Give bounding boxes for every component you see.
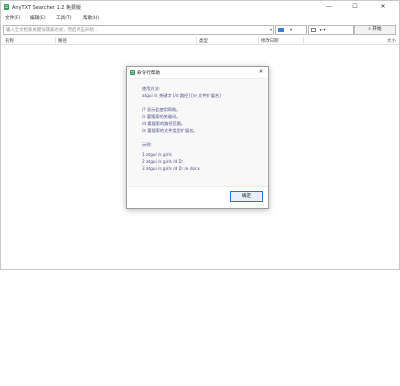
result-column-headers: 名称 路径 类型 修改日期 大小 bbox=[1, 37, 399, 45]
dialog-title: 命令行帮助 bbox=[137, 71, 160, 76]
option-extension: /e 要搜索的文件类型扩展名。 bbox=[142, 128, 198, 133]
maximize-button[interactable]: ☐ bbox=[345, 1, 365, 13]
column-header-path[interactable]: 路径 bbox=[58, 38, 67, 44]
close-button[interactable]: ✕ bbox=[373, 1, 393, 13]
column-header-type[interactable]: 类型 bbox=[199, 38, 208, 44]
ok-button[interactable]: 确定 bbox=[230, 191, 263, 202]
menu-bar: 文件(F) 编辑(E) 工具(T) 帮助(H) bbox=[1, 14, 399, 23]
search-button[interactable]: ⌕ 开始 bbox=[354, 25, 396, 35]
option-search: /s 要搜索的关键词。 bbox=[142, 114, 181, 119]
search-input[interactable] bbox=[4, 26, 268, 34]
window-title: AnyTXT Searcher 1.2 免费版 bbox=[12, 5, 82, 11]
column-header-name[interactable]: 名称 bbox=[5, 38, 14, 44]
file-type-select[interactable]: ▾ bbox=[275, 25, 307, 35]
search-path-select[interactable]: ▸ ▾ bbox=[308, 25, 354, 35]
column-divider[interactable] bbox=[55, 37, 56, 44]
menu-file[interactable]: 文件(F) bbox=[5, 15, 20, 21]
example-3: 3 atgui /s girls /d D: /e docx bbox=[142, 166, 200, 171]
usage-syntax: atgui /s 关键字 [/d 路径] [/e 文件扩展名] bbox=[142, 93, 221, 98]
minimize-button[interactable]: — bbox=[319, 1, 339, 13]
search-path-arrow: ▸ ▾ bbox=[320, 27, 326, 32]
option-directory: /d 要搜索的路径范围。 bbox=[142, 121, 186, 126]
menu-edit[interactable]: 编辑(E) bbox=[30, 15, 46, 21]
dialog-content: 使用方法: atgui /s 关键字 [/d 路径] [/e 文件扩展名] /?… bbox=[128, 78, 267, 187]
column-divider[interactable] bbox=[303, 37, 304, 44]
examples-heading: 示例: bbox=[142, 142, 152, 147]
menu-tools[interactable]: 工具(T) bbox=[56, 15, 72, 21]
app-logo-icon bbox=[130, 70, 135, 75]
column-header-size[interactable]: 大小 bbox=[387, 38, 396, 44]
command-line-help-dialog: 命令行帮助 ✕ 使用方法: atgui /s 关键字 [/d 路径] [/e 文… bbox=[126, 66, 269, 209]
column-divider[interactable] bbox=[196, 37, 197, 44]
toolbar: ▾ ▾ ▸ ▾ ⌕ 开始 bbox=[1, 24, 399, 36]
folder-icon bbox=[311, 28, 316, 32]
column-header-modified[interactable]: 修改日期 bbox=[261, 38, 279, 44]
example-1: 1 atgui /s girls bbox=[142, 152, 172, 157]
dialog-close-button[interactable]: ✕ bbox=[257, 68, 265, 76]
usage-heading: 使用方法: bbox=[142, 86, 161, 91]
search-history-dropdown-icon[interactable]: ▾ bbox=[270, 26, 272, 34]
menu-help[interactable]: 帮助(H) bbox=[83, 15, 99, 21]
file-type-icon bbox=[278, 28, 284, 32]
file-type-arrow: ▾ bbox=[290, 27, 293, 32]
dialog-title-bar: 命令行帮助 ✕ bbox=[127, 67, 268, 78]
column-divider[interactable] bbox=[258, 37, 259, 44]
app-logo-icon bbox=[4, 4, 9, 10]
search-field: ▾ bbox=[3, 25, 274, 35]
title-bar: AnyTXT Searcher 1.2 免费版 — ☐ ✕ bbox=[1, 1, 399, 13]
option-help: /? 显示此使用帮助。 bbox=[142, 107, 181, 112]
example-2: 2 atgui /s girls /d D: bbox=[142, 159, 184, 164]
